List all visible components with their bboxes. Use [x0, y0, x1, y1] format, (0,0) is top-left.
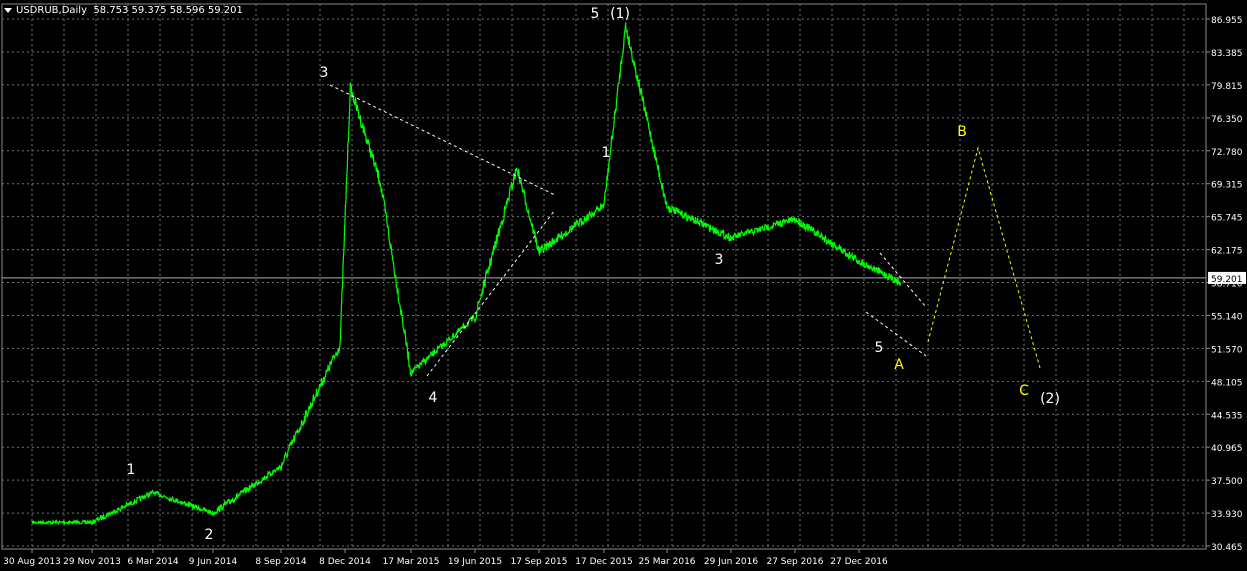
current-price-label: 59.201	[1211, 275, 1243, 285]
plot-frame	[1, 3, 1207, 550]
time-tick-label: 17 Sep 2015	[510, 557, 567, 567]
chart-canvas[interactable]: 86.955 83.385 79.815 76.350 72.780 69.315 65.7…	[0, 0, 1247, 571]
time-tick-label: 8 Sep 2014	[255, 557, 307, 567]
abc-wave-projection	[927, 146, 1041, 369]
time-tick-label: 8 Dec 2014	[319, 557, 371, 567]
time-tick-label: 25 Mar 2016	[638, 557, 695, 567]
time-tick-label: 30 Aug 2013	[3, 557, 61, 567]
wave-label: 1	[127, 462, 136, 478]
wave-label-abc: B	[957, 124, 967, 140]
price-tick-label: 51.570	[1211, 345, 1243, 355]
wave-label: (2)	[1040, 391, 1060, 407]
price-tick-label: 30.465	[1211, 543, 1243, 553]
time-tick-label: 29 Nov 2013	[63, 557, 121, 567]
price-chart[interactable]: USDRUB, Daily 58.753 59.375 58.596 59.201…	[0, 0, 1247, 571]
price-tick-label: 69.315	[1211, 181, 1243, 191]
price-tick-label: 48.105	[1211, 378, 1243, 388]
time-tick-label: 9 Jun 2014	[189, 557, 238, 567]
wave-label: 5	[591, 6, 600, 22]
trendline	[329, 84, 556, 196]
time-tick-label: 17 Mar 2015	[382, 557, 439, 567]
price-tick-label: 62.175	[1211, 247, 1243, 257]
price-tick-label: 44.535	[1211, 411, 1243, 421]
time-tick-label: 29 Jun 2016	[704, 557, 758, 567]
time-tick-label: 19 Jun 2015	[448, 557, 502, 567]
wave-label: (1)	[610, 6, 630, 22]
trendline	[879, 252, 926, 307]
price-tick-label: 86.955	[1211, 16, 1243, 26]
time-tick-label: 27 Sep 2016	[766, 557, 823, 567]
price-tick-label: 37.500	[1211, 477, 1243, 487]
wave-label-abc: C	[1019, 383, 1029, 399]
price-tick-label: 72.780	[1211, 148, 1243, 158]
wave-label-abc: A	[894, 357, 904, 373]
price-tick-label: 79.815	[1211, 82, 1243, 92]
price-tick-label: 55.140	[1211, 312, 1243, 322]
price-tick-label: 65.745	[1211, 214, 1243, 224]
wave-label: 4	[429, 390, 438, 406]
price-tick-label: 83.385	[1211, 49, 1243, 59]
wave-label: 1	[602, 145, 611, 161]
price-tick-label: 33.930	[1211, 510, 1243, 520]
wave-label: 3	[320, 65, 329, 81]
trendline	[426, 209, 556, 377]
price-tick-label: 40.965	[1211, 444, 1243, 454]
wave-label: 5	[875, 340, 884, 356]
wave-label: 3	[715, 252, 724, 268]
price-series-line	[31, 22, 902, 527]
time-tick-label: 6 Mar 2014	[127, 557, 179, 567]
price-tick-label: 76.350	[1211, 115, 1243, 125]
time-tick-label: 27 Dec 2016	[830, 557, 888, 567]
wave-label: 2	[205, 527, 214, 543]
time-tick-label: 17 Dec 2015	[575, 557, 633, 567]
